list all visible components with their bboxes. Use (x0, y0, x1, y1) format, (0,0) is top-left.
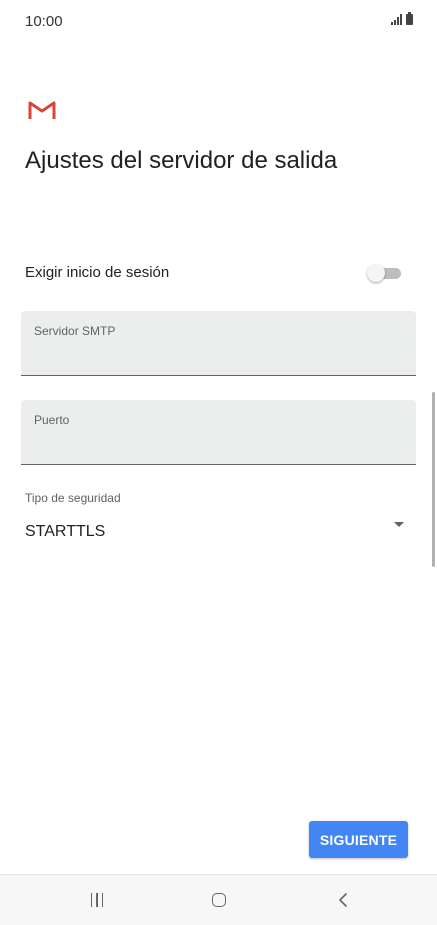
back-icon (339, 893, 347, 907)
page-title: Ajustes del servidor de salida (25, 147, 338, 174)
scrollbar[interactable] (432, 392, 435, 567)
port-input[interactable] (34, 434, 398, 453)
require-login-toggle[interactable] (367, 264, 401, 282)
toggle-thumb (367, 264, 385, 282)
smtp-server-field[interactable]: Servidor SMTP (21, 311, 416, 376)
status-bar: 10:00 (0, 0, 437, 44)
home-button[interactable] (179, 875, 259, 925)
recent-apps-icon (90, 893, 104, 907)
status-time: 10:00 (25, 13, 63, 30)
port-label: Puerto (34, 413, 70, 427)
security-type-value[interactable]: STARTTLS (25, 523, 105, 541)
dropdown-arrow-icon[interactable] (394, 522, 404, 527)
port-field[interactable]: Puerto (21, 400, 416, 465)
signal-icon (391, 14, 402, 25)
require-login-row[interactable]: Exigir inicio de sesión (25, 262, 401, 286)
navigation-bar (0, 874, 437, 925)
next-button[interactable]: SIGUIENTE (309, 821, 408, 858)
smtp-server-input[interactable] (34, 345, 398, 364)
smtp-server-label: Servidor SMTP (34, 324, 116, 338)
security-type-label: Tipo de seguridad (25, 491, 121, 505)
status-icons (391, 12, 413, 25)
require-login-label: Exigir inicio de sesión (25, 264, 170, 281)
security-type-dropdown[interactable]: Tipo de seguridad STARTTLS (25, 489, 410, 549)
home-icon (212, 893, 226, 907)
recent-apps-button[interactable] (57, 875, 137, 925)
battery-icon (406, 12, 413, 25)
gmail-logo (28, 101, 56, 119)
back-button[interactable] (303, 875, 383, 925)
